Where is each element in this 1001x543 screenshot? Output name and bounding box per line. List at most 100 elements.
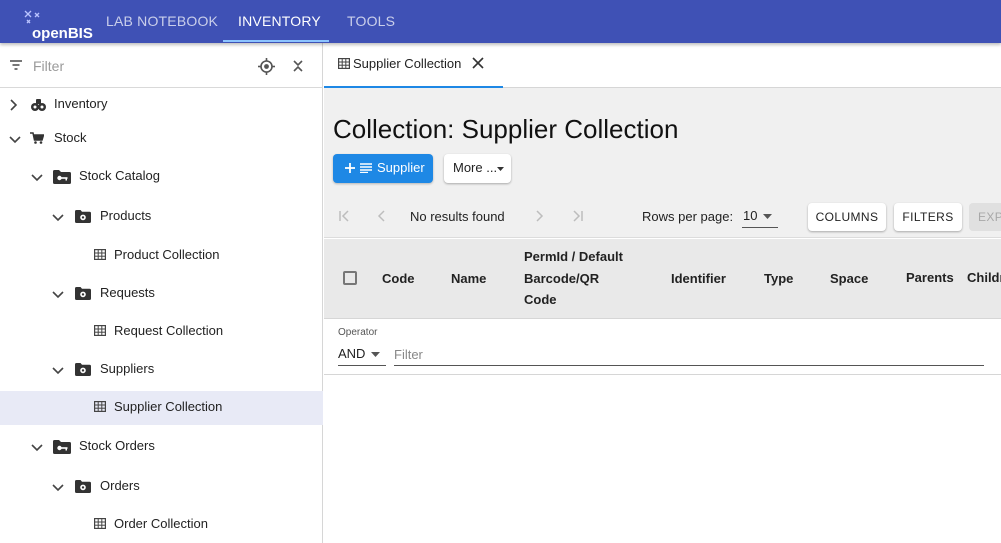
operator-label: Operator xyxy=(338,327,378,338)
tree-item-stock-catalog[interactable]: Stock Catalog xyxy=(0,160,323,194)
tab-supplier-collection[interactable]: Supplier Collection xyxy=(324,43,503,88)
tree-item-stock-orders[interactable]: Stock Orders xyxy=(0,430,323,464)
chevron-down-icon[interactable] xyxy=(52,290,64,300)
folder-key-icon xyxy=(53,440,71,454)
tree-item-label: Supplier Collection xyxy=(114,399,223,414)
sidebar: Filter Inventory Stock Stock Catalog Produc… xyxy=(0,43,323,543)
operator-value: AND xyxy=(338,346,366,361)
tab-label: Supplier Collection xyxy=(353,56,462,71)
tree-item-label: Product Collection xyxy=(114,247,220,262)
tree-item-products[interactable]: Products xyxy=(0,200,323,234)
results-status: No results found xyxy=(410,209,505,224)
tree-item-label: Requests xyxy=(100,285,155,300)
caret-down-icon xyxy=(763,214,772,219)
operator-select[interactable]: AND xyxy=(338,344,386,366)
locate-icon[interactable] xyxy=(258,58,275,75)
last-page-icon[interactable] xyxy=(572,210,584,222)
folder-cog-icon xyxy=(75,287,91,300)
folder-cog-icon xyxy=(75,210,91,223)
filters-button[interactable]: FILTERS xyxy=(894,203,962,231)
tab-strip: Supplier Collection xyxy=(324,43,1001,88)
tree-item-label: Stock Orders xyxy=(79,438,155,453)
rows-per-page-select[interactable]: 10 xyxy=(742,207,778,228)
table-icon xyxy=(94,518,106,529)
folder-cog-icon xyxy=(75,480,91,493)
column-header-type[interactable]: Type xyxy=(764,271,793,286)
column-header-identifier[interactable]: Identifier xyxy=(671,271,726,286)
caret-down-icon xyxy=(371,352,380,357)
chevron-down-icon[interactable] xyxy=(31,443,43,453)
rows-per-page-value: 10 xyxy=(743,208,758,223)
column-header-permid-line1: PermId / Default xyxy=(524,249,623,264)
nav-tab-lab-notebook[interactable]: LAB NOTEBOOK xyxy=(106,0,218,43)
chevron-down-icon[interactable] xyxy=(52,213,64,223)
tree-item-label: Stock xyxy=(54,130,87,145)
columns-button[interactable]: COLUMNS xyxy=(808,203,886,231)
table-icon xyxy=(94,401,106,412)
table-icon xyxy=(338,58,350,69)
caret-down-icon xyxy=(497,167,504,171)
add-supplier-label: Supplier xyxy=(377,160,425,175)
table-icon xyxy=(94,325,106,336)
nav-tab-tools[interactable]: TOOLS xyxy=(347,0,395,43)
plus-icon xyxy=(345,163,355,173)
export-button[interactable]: EXP xyxy=(969,203,1001,231)
list-icon xyxy=(360,163,372,173)
sidebar-filter: Filter xyxy=(0,43,323,88)
add-supplier-button[interactable]: Supplier xyxy=(333,154,433,183)
nav-tab-inventory[interactable]: INVENTORY xyxy=(238,0,321,43)
tree-item-label: Order Collection xyxy=(114,516,208,531)
filter-placeholder: Filter xyxy=(394,347,423,362)
table-filter-row: Operator AND Filter xyxy=(324,320,1001,375)
collapse-all-icon[interactable] xyxy=(292,59,304,73)
select-all-checkbox[interactable] xyxy=(343,271,357,285)
table-header: Code Name PermId / Default Barcode/QR Co… xyxy=(324,239,1001,319)
chevron-right-icon[interactable] xyxy=(9,99,19,111)
tree-item-order-collection[interactable]: Order Collection xyxy=(0,508,323,542)
tree-item-label: Products xyxy=(100,208,152,223)
tree-item-supplier-collection[interactable]: Supplier Collection xyxy=(0,391,323,425)
next-page-icon[interactable] xyxy=(534,210,544,222)
tree-item-orders[interactable]: Orders xyxy=(0,470,323,504)
more-label: More ... xyxy=(453,160,498,175)
chevron-down-icon[interactable] xyxy=(52,366,64,376)
column-header-space[interactable]: Space xyxy=(830,271,868,286)
openbis-logo[interactable]: openBIS xyxy=(12,5,93,42)
tree-item-request-collection[interactable]: Request Collection xyxy=(0,315,323,349)
tree-item-stock[interactable]: Stock xyxy=(0,122,323,156)
tree-item-product-collection[interactable]: Product Collection xyxy=(0,239,323,273)
tree-item-label: Inventory xyxy=(54,96,108,111)
folder-key-icon xyxy=(53,170,71,184)
previous-page-icon[interactable] xyxy=(377,210,387,222)
cart-icon xyxy=(30,132,44,144)
column-header-permid-line3: Code xyxy=(524,292,557,307)
tree-item-label: Request Collection xyxy=(114,323,224,338)
more-button[interactable]: More ... xyxy=(444,154,511,183)
column-header-code[interactable]: Code xyxy=(382,271,415,286)
grid-toolbar: No results found Rows per page: 10 COLUM… xyxy=(324,196,1001,238)
table-icon xyxy=(94,249,106,260)
chevron-down-icon[interactable] xyxy=(52,483,64,493)
page-title: Collection: Supplier Collection xyxy=(333,114,679,144)
tree-item-label: Stock Catalog xyxy=(79,168,160,183)
tree-item-suppliers[interactable]: Suppliers xyxy=(0,353,323,387)
sidebar-filter-input[interactable]: Filter xyxy=(33,58,64,74)
column-header-parents[interactable]: Parents xyxy=(906,270,954,285)
flask-group-icon xyxy=(30,98,47,112)
tree-item-label: Suppliers xyxy=(100,361,155,376)
chevron-down-icon[interactable] xyxy=(31,173,43,183)
folder-cog-icon xyxy=(75,363,91,376)
tree-item-inventory[interactable]: Inventory xyxy=(0,88,323,122)
rows-per-page-label: Rows per page: xyxy=(642,209,734,224)
tree-item-label: Orders xyxy=(100,478,140,493)
global-filter-input[interactable]: Filter xyxy=(394,344,984,366)
filter-icon xyxy=(10,60,22,70)
active-tab-indicator xyxy=(223,40,329,42)
tree-item-requests[interactable]: Requests xyxy=(0,277,323,311)
column-header-children[interactable]: Childr xyxy=(967,270,1001,285)
close-icon[interactable] xyxy=(472,57,484,69)
column-header-name[interactable]: Name xyxy=(451,271,486,286)
chevron-down-icon[interactable] xyxy=(9,135,21,145)
logo-text: openBIS xyxy=(32,25,93,42)
first-page-icon[interactable] xyxy=(338,210,350,222)
